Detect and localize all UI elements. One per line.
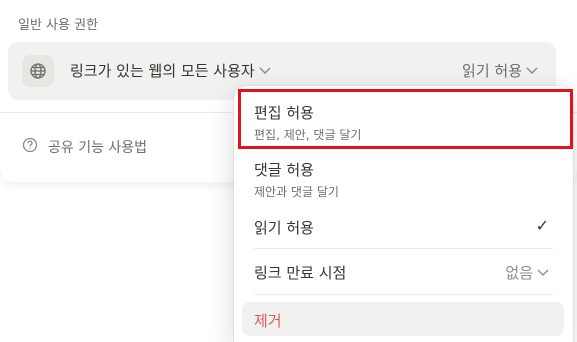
- sharing-help-label: 공유 기능 사용법: [48, 140, 148, 156]
- highlight-annotation: [238, 89, 573, 149]
- access-scope-label: 링크가 있는 웹의 모든 사용자: [70, 62, 255, 80]
- remove-button[interactable]: 제거: [242, 302, 564, 336]
- sharing-help-link[interactable]: 공유 기능 사용법: [22, 137, 147, 157]
- chevron-down-icon: [526, 64, 538, 78]
- globe-icon: [22, 55, 54, 87]
- access-permission-label: 읽기 허용: [462, 62, 522, 80]
- access-scope-selector[interactable]: 링크가 있는 웹의 모든 사용자: [70, 60, 271, 81]
- link-expiry-value: 없음: [505, 262, 549, 283]
- menu-item-title: 댓글 허용: [254, 161, 314, 179]
- chevron-down-icon: [259, 64, 271, 78]
- access-permission-selector[interactable]: 읽기 허용: [462, 60, 538, 81]
- menu-item-description: 제안과 댓글 달기: [254, 185, 339, 199]
- question-circle-icon: [22, 137, 38, 157]
- checkmark-icon: ✓: [535, 216, 549, 235]
- menu-item-read[interactable]: 읽기 허용 ✓: [234, 210, 573, 248]
- chevron-down-icon: [537, 266, 549, 280]
- link-expiry-label: 링크 만료 시점: [254, 264, 347, 282]
- menu-separator: [254, 248, 553, 249]
- general-access-heading: 일반 사용 권한: [18, 18, 99, 33]
- remove-label: 제거: [254, 312, 282, 330]
- menu-separator: [254, 294, 553, 295]
- menu-item-link-expiry[interactable]: 링크 만료 시점 없음: [234, 252, 573, 292]
- link-expiry-value-text: 없음: [505, 264, 533, 282]
- menu-item-comment[interactable]: 댓글 허용 제안과 댓글 달기: [234, 152, 573, 206]
- share-settings-view: 일반 사용 권한 링크가 있는 웹의 모든 사용자 읽기 허용 공유 기능 사용…: [0, 0, 577, 342]
- menu-item-title: 읽기 허용: [254, 219, 314, 237]
